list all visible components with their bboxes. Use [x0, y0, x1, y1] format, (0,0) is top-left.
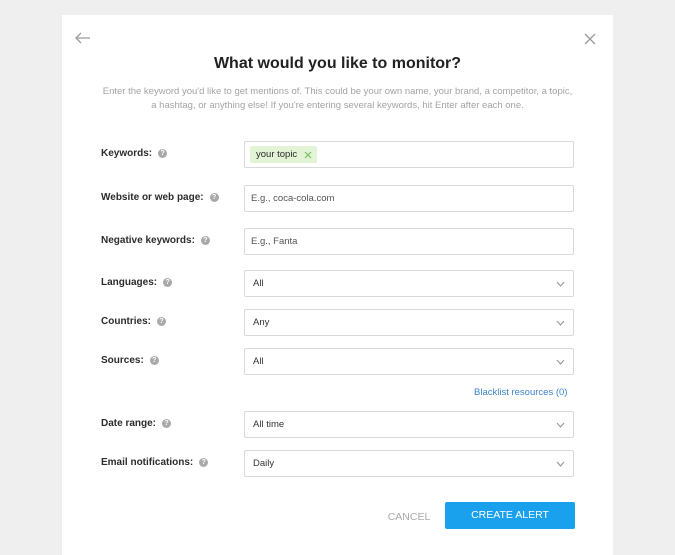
help-icon[interactable]: ? [163, 278, 173, 287]
arrow-left-icon [75, 32, 90, 44]
email-notifications-row: Email notifications: ? Daily [62, 450, 613, 478]
email-notifications-select[interactable]: Daily [244, 450, 574, 477]
sources-label: Sources: ? [101, 355, 159, 366]
date-range-select[interactable]: All time [244, 411, 574, 438]
monitor-dialog: What would you like to monitor? Enter th… [62, 15, 613, 555]
negative-keywords-label: Negative keywords: ? [101, 235, 210, 246]
create-alert-button[interactable]: CREATE ALERT [445, 502, 575, 529]
negative-keywords-row: Negative keywords: ? [62, 228, 613, 256]
help-icon[interactable]: ? [209, 193, 219, 202]
website-input[interactable] [251, 186, 551, 211]
languages-value: All [253, 278, 264, 289]
countries-select[interactable]: Any [244, 309, 574, 336]
chevron-down-icon [556, 461, 565, 467]
date-range-row: Date range: ? All time [62, 411, 613, 439]
keywords-row: Keywords: ? your topic [62, 141, 613, 169]
negative-keywords-input[interactable] [251, 229, 551, 254]
website-field[interactable] [244, 185, 574, 212]
help-icon[interactable]: ? [157, 317, 166, 326]
chevron-down-icon [556, 359, 565, 365]
remove-tag-icon[interactable] [304, 151, 312, 159]
help-icon[interactable]: ? [200, 236, 210, 245]
keywords-label: Keywords: ? [101, 148, 168, 159]
countries-row: Countries: ? Any [62, 309, 613, 337]
close-button[interactable] [582, 31, 598, 47]
negative-keywords-field[interactable] [244, 228, 574, 255]
date-range-value: All time [253, 419, 285, 430]
email-notifications-label: Email notifications: ? [101, 457, 209, 468]
blacklist-resources-link[interactable]: Blacklist resources (0) [474, 387, 567, 398]
sources-row: Sources: ? All [62, 348, 613, 376]
countries-label: Countries: ? [101, 316, 166, 327]
help-icon[interactable]: ? [149, 356, 159, 365]
help-icon[interactable]: ? [199, 458, 209, 467]
countries-value: Any [253, 317, 270, 328]
help-icon[interactable]: ? [162, 419, 172, 428]
sources-select[interactable]: All [244, 348, 574, 375]
dialog-subtitle: Enter the keyword you'd like to get ment… [102, 86, 573, 111]
website-label: Website or web page: ? [101, 192, 219, 203]
chevron-down-icon [556, 422, 565, 428]
languages-label: Languages: ? [101, 277, 173, 288]
date-range-label: Date range: ? [101, 418, 172, 429]
sources-value: All [253, 356, 264, 367]
close-icon [584, 33, 596, 45]
languages-row: Languages: ? All [62, 270, 613, 298]
back-button[interactable] [74, 31, 92, 45]
website-row: Website or web page: ? [62, 185, 613, 213]
chevron-down-icon [556, 320, 565, 326]
cancel-button[interactable]: CANCEL [364, 504, 454, 530]
email-notifications-value: Daily [253, 458, 275, 469]
keyword-tag: your topic [250, 146, 318, 163]
keywords-input[interactable]: your topic [244, 141, 574, 168]
languages-select[interactable]: All [244, 270, 574, 297]
dialog-title: What would you like to monitor? [213, 55, 462, 72]
chevron-down-icon [556, 281, 565, 287]
help-icon[interactable]: ? [158, 149, 168, 158]
keyword-tag-text: your topic [256, 149, 298, 160]
